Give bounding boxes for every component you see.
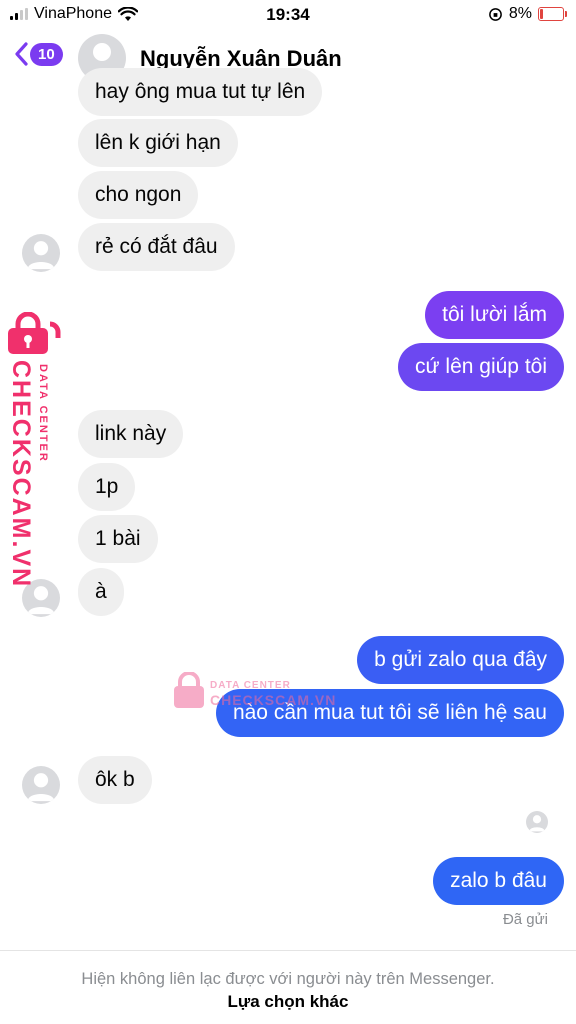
default-avatar-icon	[27, 773, 55, 802]
checkscam-watermark-center: DATA CENTER CHECKSCAM.VN	[172, 670, 362, 718]
watermark-brand: CHECKSCAM.VN	[7, 360, 35, 589]
status-bar: VinaPhone 19:34 8%	[0, 0, 576, 30]
message-incoming[interactable]: cho ngon	[78, 171, 199, 219]
message-outgoing[interactable]: b gửi zalo qua đây	[357, 636, 564, 684]
watermark-tag: DATA CENTER	[210, 680, 291, 691]
message-outgoing[interactable]: zalo b đâu	[433, 857, 564, 905]
padlock-icon	[8, 312, 61, 354]
default-avatar-icon	[27, 241, 55, 270]
delivery-status: Đã gửi	[502, 911, 548, 928]
message-incoming[interactable]: lên k giới hạn	[78, 119, 238, 167]
padlock-icon	[174, 672, 204, 708]
unread-count-badge: 10	[30, 42, 63, 66]
message-incoming[interactable]: 1 bài	[78, 515, 158, 563]
message-outgoing[interactable]: cứ lên giúp tôi	[398, 343, 564, 391]
message-incoming[interactable]: rẻ có đắt đâu	[78, 223, 235, 271]
status-right: 8%	[488, 5, 567, 23]
back-button[interactable]: 10	[14, 42, 63, 66]
default-avatar-icon	[529, 815, 545, 832]
checkscam-watermark: CHECKSCAM.VN DATA CENTER	[6, 312, 64, 588]
battery-percent: 8%	[508, 5, 532, 22]
unreachable-notice: Hiện không liên lạc được với người này t…	[81, 970, 495, 988]
chevron-left-icon	[15, 42, 28, 66]
message-incoming[interactable]: hay ông mua tut tự lên	[78, 68, 323, 116]
watermark-brand: CHECKSCAM.VN	[210, 692, 337, 708]
seen-avatar	[526, 811, 548, 833]
sender-avatar[interactable]	[22, 234, 60, 272]
watermark-tag: DATA CENTER	[37, 364, 49, 463]
message-incoming[interactable]: ôk b	[78, 756, 152, 804]
message-incoming[interactable]: 1p	[78, 463, 136, 511]
sender-avatar[interactable]	[22, 766, 60, 804]
orientation-lock-icon	[489, 7, 502, 21]
message-incoming[interactable]: à	[78, 568, 124, 616]
other-options-link[interactable]: Lựa chọn khác	[0, 992, 576, 1012]
footer-divider	[0, 950, 576, 951]
message-outgoing[interactable]: tôi lười lắm	[425, 291, 564, 339]
battery-icon	[538, 7, 567, 21]
message-incoming[interactable]: link này	[78, 410, 184, 458]
